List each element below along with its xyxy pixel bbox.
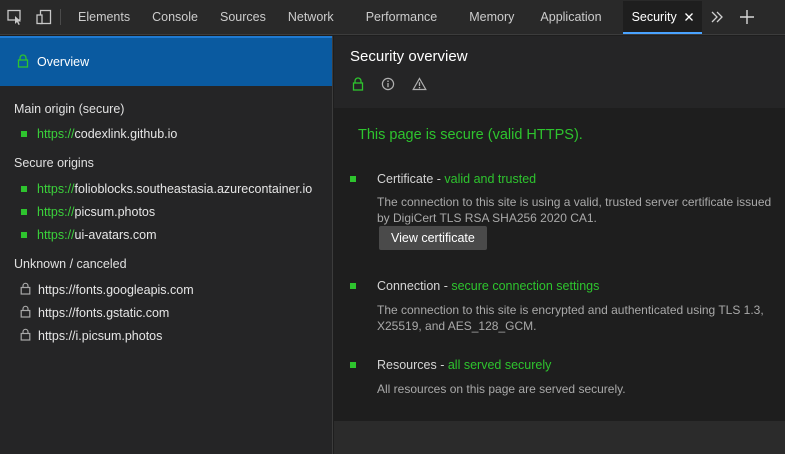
secure-dot-icon — [350, 362, 356, 368]
tab-label: Elements — [78, 10, 131, 24]
devtools-toolbar: Elements Console Sources Network Perform… — [0, 0, 785, 35]
overview-header: Security overview — [334, 36, 785, 108]
tab-label: Security — [631, 9, 677, 24]
security-summary: This page is secure (valid HTTPS). — [358, 127, 583, 143]
secure-dot-icon — [21, 130, 27, 137]
section-title-label: Connection - — [377, 279, 452, 293]
section-description: The connection to this site is using a v… — [377, 195, 772, 225]
tab-security[interactable]: Security — [622, 1, 702, 34]
origin-scheme: https:// — [37, 181, 75, 196]
origin-url: https://fonts.gstatic.com — [38, 305, 170, 320]
toolbar-divider — [60, 9, 61, 25]
origin-url: https://fonts.googleapis.com — [38, 282, 194, 297]
plus-icon[interactable] — [732, 0, 762, 34]
lock-outline-icon — [20, 328, 31, 344]
tab-label: Console — [152, 10, 198, 24]
origin-item[interactable]: https://ui-avatars.com — [0, 223, 332, 246]
device-emulation-icon[interactable] — [29, 0, 58, 34]
lock-outline-icon — [20, 282, 31, 298]
page-title: Security overview — [350, 48, 468, 65]
origin-item[interactable]: https://fonts.gstatic.com — [0, 301, 332, 324]
info-icon — [381, 77, 395, 91]
origin-host: codexlink.github.io — [74, 126, 178, 141]
panel-footer — [334, 421, 785, 454]
section-title-label: Certificate - — [377, 172, 445, 186]
origin-item[interactable]: https://fonts.googleapis.com — [0, 278, 332, 301]
security-sidebar: Overview Main origin (secure) https://co… — [0, 36, 333, 454]
origin-item[interactable]: https://i.picsum.photos — [0, 324, 332, 347]
tab-label: Sources — [219, 10, 266, 24]
security-overview-panel: Security overview This page is secure (v… — [334, 36, 785, 454]
view-certificate-button[interactable]: View certificate — [379, 226, 487, 250]
tab-sources[interactable]: Sources — [209, 0, 277, 34]
origin-item[interactable]: https://picsum.photos — [0, 200, 332, 223]
origin-item[interactable]: https://codexlink.github.io — [0, 122, 332, 145]
warning-icon — [412, 77, 427, 91]
tab-console[interactable]: Console — [141, 0, 209, 34]
unknown-origins-heading: Unknown / canceled — [14, 257, 127, 271]
sidebar-item-overview[interactable]: Overview — [0, 36, 332, 86]
secure-dot-icon — [21, 231, 27, 238]
section-status: secure connection settings — [451, 279, 600, 293]
origin-url: https://i.picsum.photos — [38, 328, 163, 343]
tab-label: Memory — [469, 10, 515, 24]
section-description: The connection to this site is encrypted… — [377, 303, 764, 333]
origin-scheme: https:// — [37, 204, 75, 219]
secure-dot-icon — [21, 185, 27, 192]
origin-host: folioblocks.southeastasia.azurecontainer… — [74, 181, 313, 196]
origin-scheme: https:// — [37, 126, 75, 141]
tab-application[interactable]: Application — [529, 0, 612, 34]
sidebar-item-label: Overview — [37, 55, 90, 69]
tab-elements[interactable]: Elements — [67, 0, 141, 34]
tab-network[interactable]: Network — [277, 0, 345, 34]
lock-icon — [352, 77, 364, 91]
inspect-element-icon[interactable] — [0, 0, 29, 34]
section-title: Resources - all served securely — [377, 358, 551, 372]
lock-outline-icon — [20, 305, 31, 321]
section-title: Certificate - valid and trusted — [377, 172, 536, 186]
tab-label: Application — [540, 10, 602, 24]
security-state-icons — [352, 77, 444, 91]
close-icon[interactable] — [684, 12, 694, 22]
origin-scheme: https:// — [37, 227, 75, 242]
tab-performance[interactable]: Performance — [355, 0, 449, 34]
section-status: valid and trusted — [444, 172, 537, 186]
tab-label: Network — [287, 10, 334, 24]
secure-dot-icon — [350, 283, 356, 289]
origin-host: picsum.photos — [74, 204, 156, 219]
main-origin-heading: Main origin (secure) — [14, 102, 125, 116]
secure-dot-icon — [21, 208, 27, 215]
section-title-label: Resources - — [377, 358, 448, 372]
section-description: All resources on this page are served se… — [377, 382, 626, 396]
lock-icon — [17, 53, 29, 71]
overview-content: This page is secure (valid HTTPS). Certi… — [334, 108, 785, 421]
origin-host: ui-avatars.com — [74, 227, 157, 242]
secure-dot-icon — [350, 176, 356, 182]
section-title: Connection - secure connection settings — [377, 279, 599, 293]
section-status: all served securely — [447, 358, 552, 372]
tab-label: Performance — [365, 10, 438, 24]
tab-memory[interactable]: Memory — [458, 0, 525, 34]
origin-item[interactable]: https://folioblocks.southeastasia.azurec… — [0, 177, 332, 200]
secure-origins-heading: Secure origins — [14, 156, 94, 170]
chevron-double-right-icon[interactable] — [702, 0, 732, 34]
